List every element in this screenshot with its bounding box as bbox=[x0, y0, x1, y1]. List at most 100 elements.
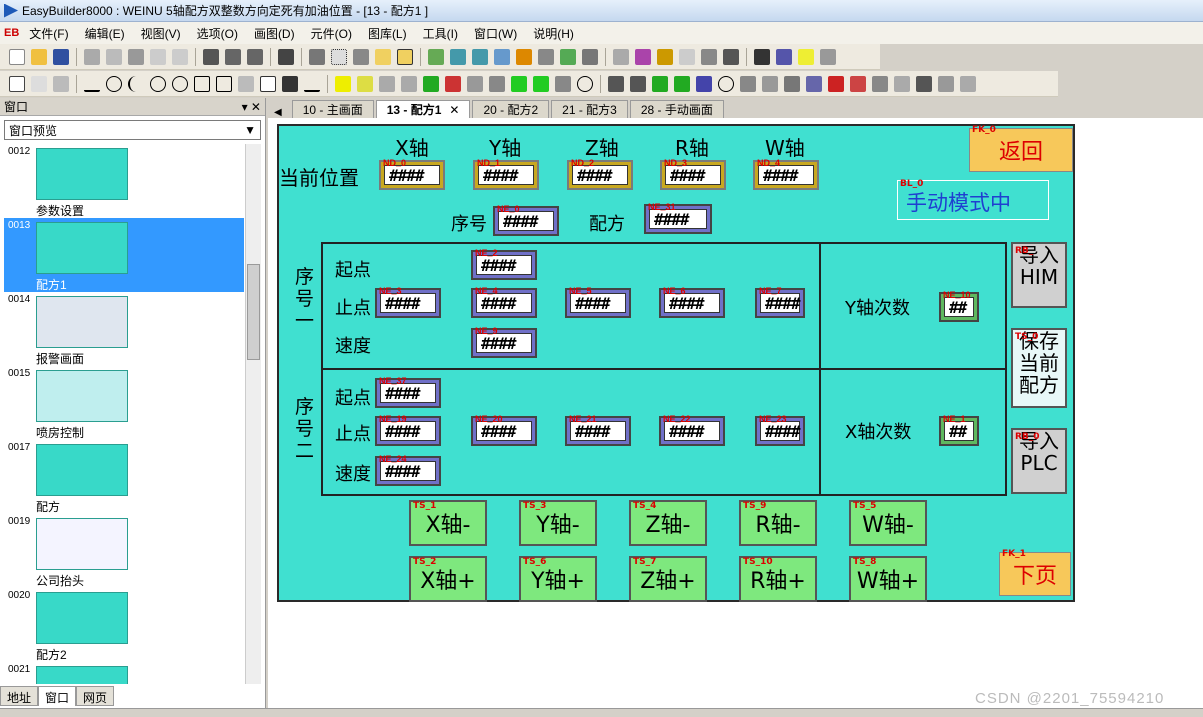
menu-options[interactable]: 选项(O) bbox=[197, 25, 238, 42]
z-minus-button[interactable]: TS_4 Z轴- bbox=[629, 500, 707, 546]
scale-icon[interactable] bbox=[238, 75, 254, 92]
slider-icon[interactable] bbox=[489, 75, 505, 92]
tools-icon[interactable] bbox=[428, 48, 444, 65]
paste-icon[interactable] bbox=[128, 48, 144, 65]
backup-icon[interactable] bbox=[916, 75, 932, 92]
y-minus-button[interactable]: TS_3 Y轴- bbox=[519, 500, 597, 546]
list-item[interactable]: 0014 报警画面 bbox=[4, 292, 244, 366]
xy-plot-icon[interactable] bbox=[806, 75, 822, 92]
list-item[interactable]: 0015 喷房控制 bbox=[4, 366, 244, 440]
w-plus-button[interactable]: TS_8 W轴+ bbox=[849, 556, 927, 602]
r-plus-button[interactable]: TS_10 R轴+ bbox=[739, 556, 817, 602]
group1-start-input[interactable]: NE_2 #### bbox=[471, 248, 537, 280]
picture-icon[interactable] bbox=[776, 48, 792, 65]
recipe-input[interactable]: NE_31 #### bbox=[644, 202, 712, 234]
alarm-display-icon[interactable] bbox=[630, 75, 646, 92]
frame-icon[interactable] bbox=[375, 48, 391, 65]
address-icon[interactable] bbox=[450, 48, 466, 65]
z-plus-button[interactable]: TS_7 Z轴+ bbox=[629, 556, 707, 602]
find-icon[interactable] bbox=[278, 48, 294, 65]
scrollbar[interactable] bbox=[245, 144, 261, 684]
window-icon[interactable] bbox=[538, 48, 554, 65]
sound-icon[interactable] bbox=[754, 48, 770, 65]
group2-start-input[interactable]: NE_37 #### bbox=[375, 376, 441, 408]
menu-tools[interactable]: 工具(I) bbox=[423, 25, 458, 42]
select-icon[interactable] bbox=[9, 75, 25, 92]
picture-tool-icon[interactable] bbox=[282, 75, 298, 92]
circle-icon[interactable] bbox=[150, 75, 166, 92]
preview-select[interactable]: 窗口预览 ▼ bbox=[4, 120, 261, 140]
save-recipe-button[interactable]: TS_0 保存当前配方 bbox=[1011, 328, 1067, 408]
list-item[interactable]: 0021 bbox=[4, 662, 244, 684]
layer-icon[interactable] bbox=[397, 48, 413, 65]
new-icon[interactable] bbox=[9, 48, 25, 65]
data-table-icon[interactable] bbox=[784, 75, 800, 92]
context-help-icon[interactable] bbox=[247, 48, 263, 65]
list-item[interactable]: 0012 参数设置 bbox=[4, 144, 244, 218]
text-tool-icon[interactable] bbox=[260, 75, 276, 92]
group1-speed-input[interactable]: NE_9 #### bbox=[471, 326, 537, 358]
grid-icon[interactable] bbox=[331, 48, 347, 65]
import-him-button[interactable]: RB_ 导入HIM bbox=[1011, 242, 1067, 308]
pointer-icon[interactable] bbox=[31, 75, 47, 92]
tab-address[interactable]: 地址 bbox=[0, 686, 39, 706]
menu-edit[interactable]: 编辑(E) bbox=[85, 25, 125, 42]
toggle-icon[interactable] bbox=[445, 75, 461, 92]
shape-icon[interactable] bbox=[798, 48, 814, 65]
x-plus-button[interactable]: TS_2 X轴+ bbox=[409, 556, 487, 602]
meter-icon[interactable] bbox=[718, 75, 734, 92]
download-icon[interactable] bbox=[613, 48, 629, 65]
online-icon[interactable] bbox=[657, 48, 673, 65]
arc-icon[interactable] bbox=[128, 75, 144, 92]
open-icon[interactable] bbox=[31, 48, 47, 65]
menu-objects[interactable]: 元件(O) bbox=[311, 25, 352, 42]
tab-main[interactable]: 10 - 主画面 bbox=[291, 100, 374, 118]
tab-scroll-left-icon[interactable]: ◀ bbox=[274, 107, 282, 118]
w-minus-button[interactable]: TS_5 W轴- bbox=[849, 500, 927, 546]
copy-icon[interactable] bbox=[106, 48, 122, 65]
tab-manual[interactable]: 28 - 手动画面 bbox=[629, 100, 724, 118]
menu-window[interactable]: 窗口(W) bbox=[474, 25, 517, 42]
x-axis-count-input[interactable]: NE_1 ## bbox=[939, 414, 979, 446]
group2-stop-input-w[interactable]: NE_23 #### bbox=[755, 414, 805, 446]
tab-window[interactable]: 窗口 bbox=[38, 686, 77, 706]
animation-icon[interactable] bbox=[674, 75, 690, 92]
macro-icon[interactable] bbox=[679, 48, 695, 65]
group1-stop-input-w[interactable]: NE_7 #### bbox=[755, 286, 805, 318]
list-item[interactable]: 0013 配方1 bbox=[4, 218, 244, 292]
sequence-input[interactable]: NE_0 #### bbox=[493, 204, 559, 236]
combo-icon[interactable] bbox=[894, 75, 910, 92]
tab-recipe3[interactable]: 21 - 配方3 bbox=[551, 100, 628, 118]
y-axis-count-input[interactable]: NE_10 ## bbox=[939, 290, 979, 322]
tab-recipe1[interactable]: 13 - 配方1 ✕ bbox=[375, 100, 471, 118]
import-plc-button[interactable]: RB_0 导入PLC bbox=[1011, 428, 1067, 494]
save-icon[interactable] bbox=[53, 48, 69, 65]
align-icon[interactable] bbox=[353, 48, 369, 65]
cut-icon[interactable] bbox=[84, 48, 100, 65]
menu-draw[interactable]: 画图(D) bbox=[254, 25, 295, 42]
trend-icon[interactable] bbox=[740, 75, 756, 92]
back-button[interactable]: FK_0 返回 bbox=[969, 125, 1073, 172]
polygon-icon[interactable] bbox=[216, 75, 232, 92]
scrollbar-thumb[interactable] bbox=[247, 264, 260, 360]
x-minus-button[interactable]: TS_1 X轴- bbox=[409, 500, 487, 546]
list-item[interactable]: 0020 配方2 bbox=[4, 588, 244, 662]
multi-state-icon[interactable] bbox=[467, 75, 483, 92]
underline-icon[interactable] bbox=[304, 76, 320, 92]
clock-icon[interactable] bbox=[577, 75, 593, 92]
text-icon[interactable] bbox=[494, 48, 510, 65]
tag-icon[interactable] bbox=[472, 48, 488, 65]
group1-stop-input-r[interactable]: NE_6 #### bbox=[659, 286, 725, 318]
simulate-icon[interactable] bbox=[635, 48, 651, 65]
menu-library[interactable]: 图库(L) bbox=[368, 25, 407, 42]
numeric-display-icon[interactable] bbox=[511, 75, 527, 92]
history-icon[interactable] bbox=[762, 75, 778, 92]
recipe-icon[interactable] bbox=[828, 75, 844, 92]
user-icon[interactable] bbox=[850, 75, 866, 92]
set-bit-icon[interactable] bbox=[379, 75, 395, 92]
move-icon[interactable] bbox=[652, 75, 668, 92]
edit-icon[interactable] bbox=[53, 75, 69, 92]
menu-help[interactable]: 说明(H) bbox=[533, 25, 574, 42]
alarm-bar-icon[interactable] bbox=[608, 75, 624, 92]
y-plus-button[interactable]: TS_6 Y轴+ bbox=[519, 556, 597, 602]
